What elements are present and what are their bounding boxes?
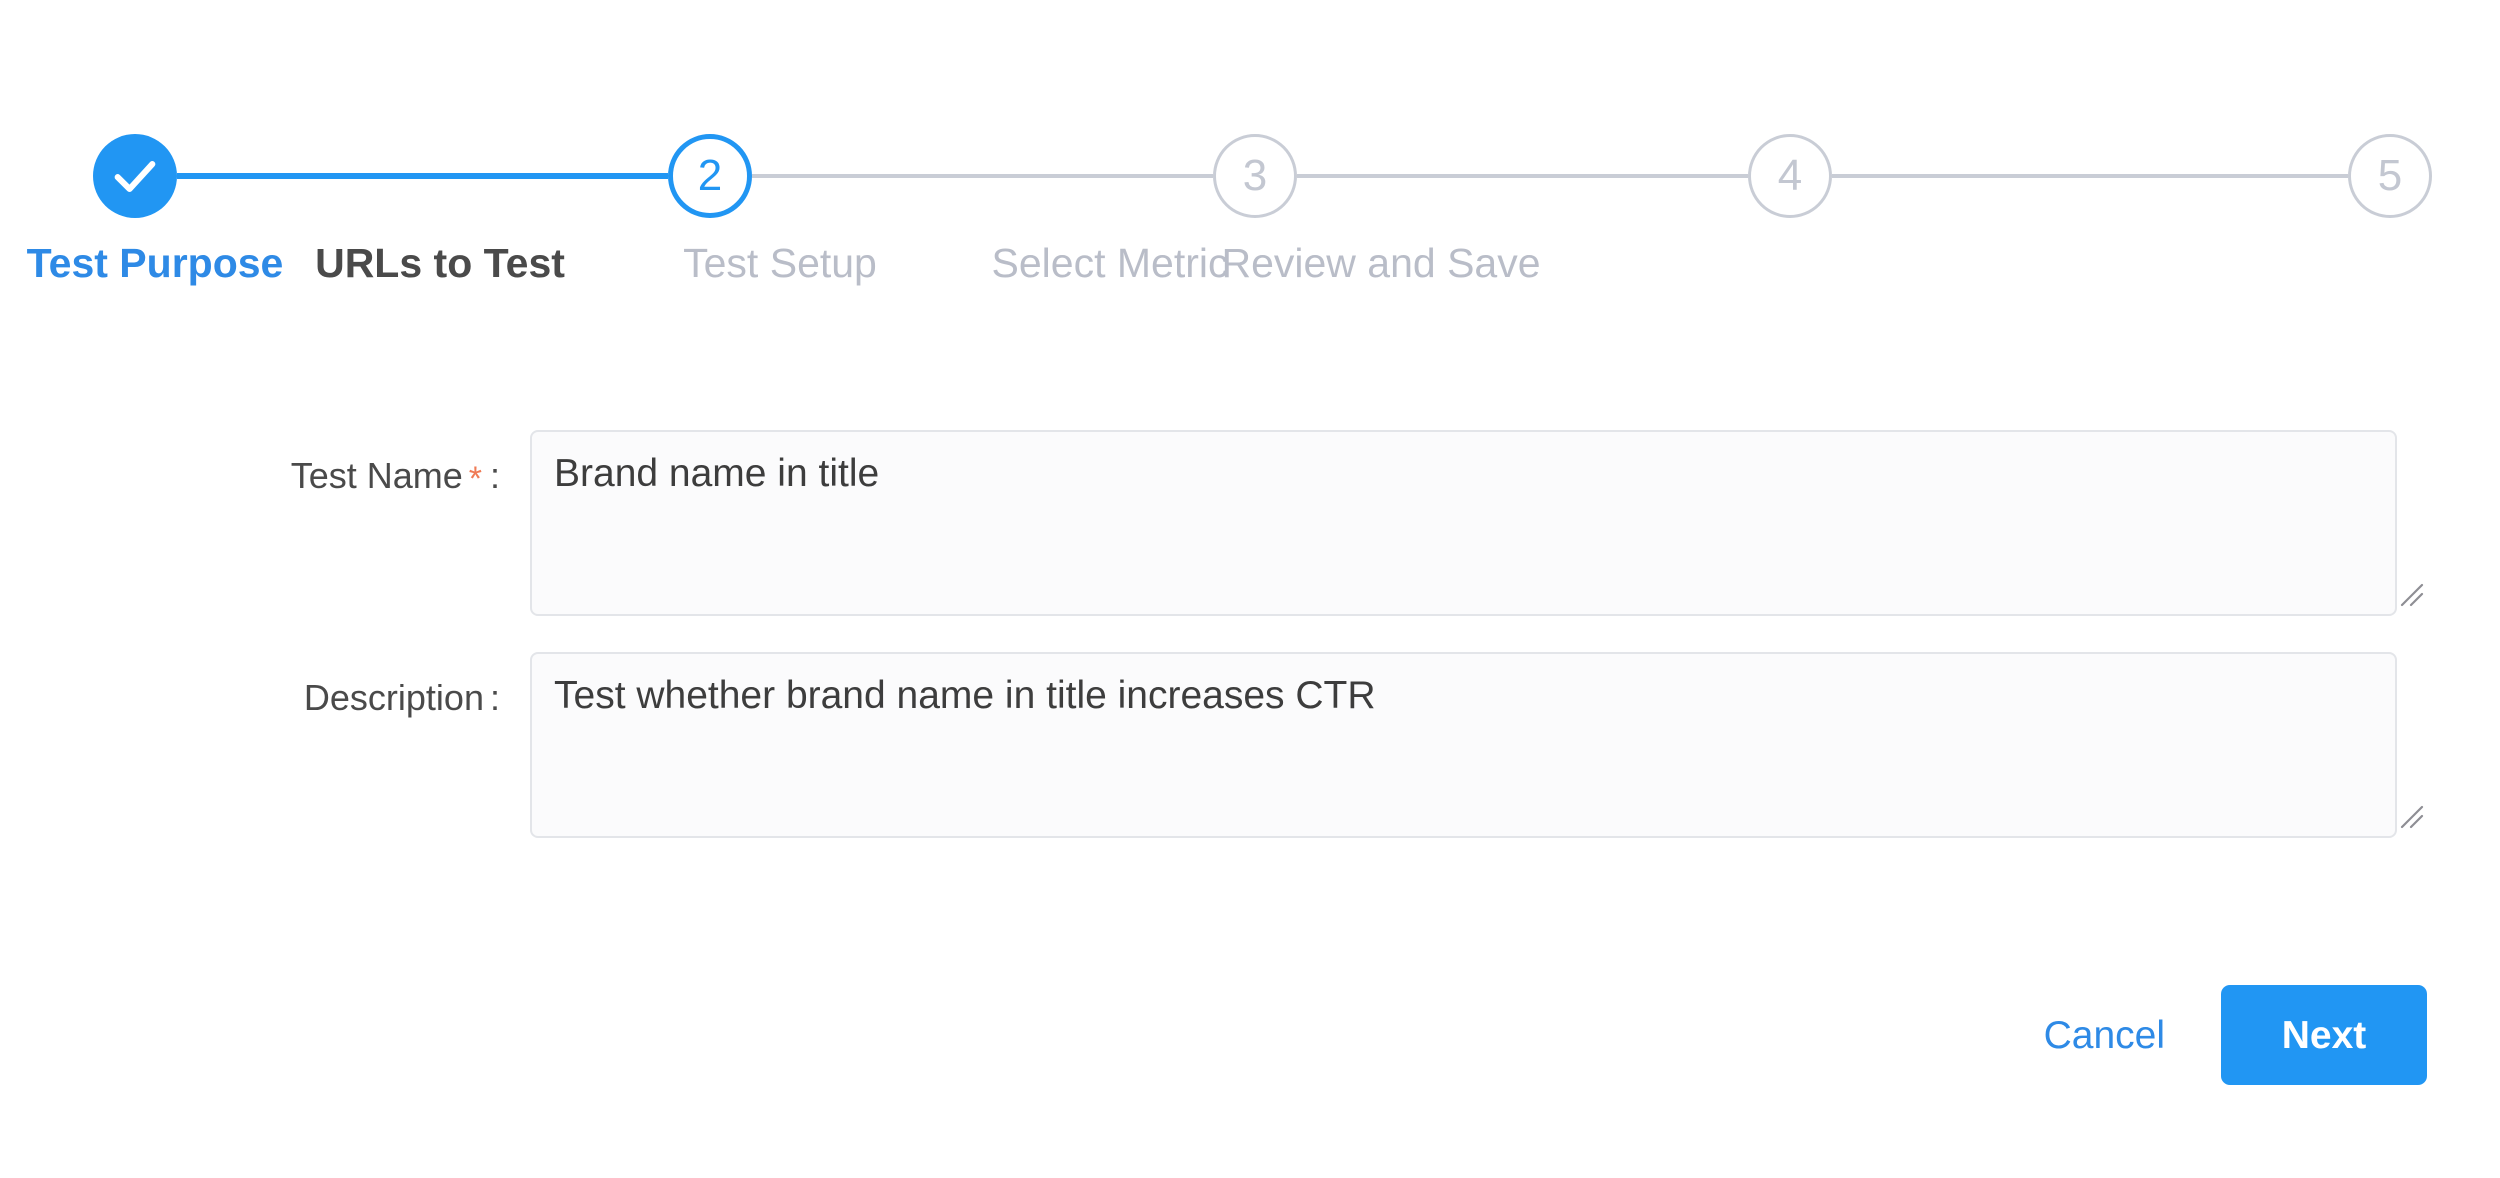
- step-label-test-purpose[interactable]: Test Purpose: [27, 243, 284, 284]
- step-label-review-and-save[interactable]: Review and Save: [1221, 243, 1540, 284]
- step-label-urls-to-test[interactable]: URLs to Test: [315, 243, 565, 284]
- test-name-label-colon: :: [489, 455, 500, 496]
- test-name-input[interactable]: Brand name in title: [530, 430, 2397, 616]
- cancel-button[interactable]: Cancel: [2026, 1006, 2183, 1065]
- resize-handle-icon[interactable]: [2399, 804, 2425, 830]
- step-connector-1-2: [177, 173, 668, 179]
- wizard-stepper: 2 3 4 5 Test Purpose URLs to Test Test S…: [0, 0, 2500, 300]
- step-circle-5[interactable]: 5: [2348, 134, 2432, 218]
- resize-handle-icon[interactable]: [2399, 582, 2425, 608]
- description-label: Description:: [0, 652, 530, 716]
- step-circle-2[interactable]: 2: [668, 134, 752, 218]
- step-circle-3[interactable]: 3: [1213, 134, 1297, 218]
- step-connector-3-4: [1297, 174, 1748, 178]
- description-label-text: Description: [303, 677, 484, 718]
- step-connector-4-5: [1832, 174, 2348, 178]
- required-asterisk-icon: *: [468, 460, 482, 498]
- stepper-track: 2 3 4 5 Test Purpose URLs to Test Test S…: [0, 45, 2500, 284]
- check-icon: [109, 150, 161, 202]
- test-name-row: Test Name *: Brand name in title: [0, 430, 2500, 616]
- form-actions: Cancel Next: [0, 985, 2500, 1085]
- description-input[interactable]: Test whether brand name in title increas…: [530, 652, 2397, 838]
- step-connector-2-3: [752, 174, 1213, 178]
- description-label-colon: :: [489, 677, 500, 718]
- test-name-label-text: Test Name: [290, 455, 463, 496]
- step-circle-1[interactable]: [93, 134, 177, 218]
- next-button[interactable]: Next: [2221, 985, 2427, 1085]
- step-label-test-setup[interactable]: Test Setup: [683, 243, 877, 284]
- description-row: Description: Test whether brand name in …: [0, 652, 2500, 838]
- step-label-select-metric[interactable]: Select Metric: [992, 243, 1229, 284]
- test-name-label: Test Name *:: [0, 430, 530, 498]
- step-circle-4[interactable]: 4: [1748, 134, 1832, 218]
